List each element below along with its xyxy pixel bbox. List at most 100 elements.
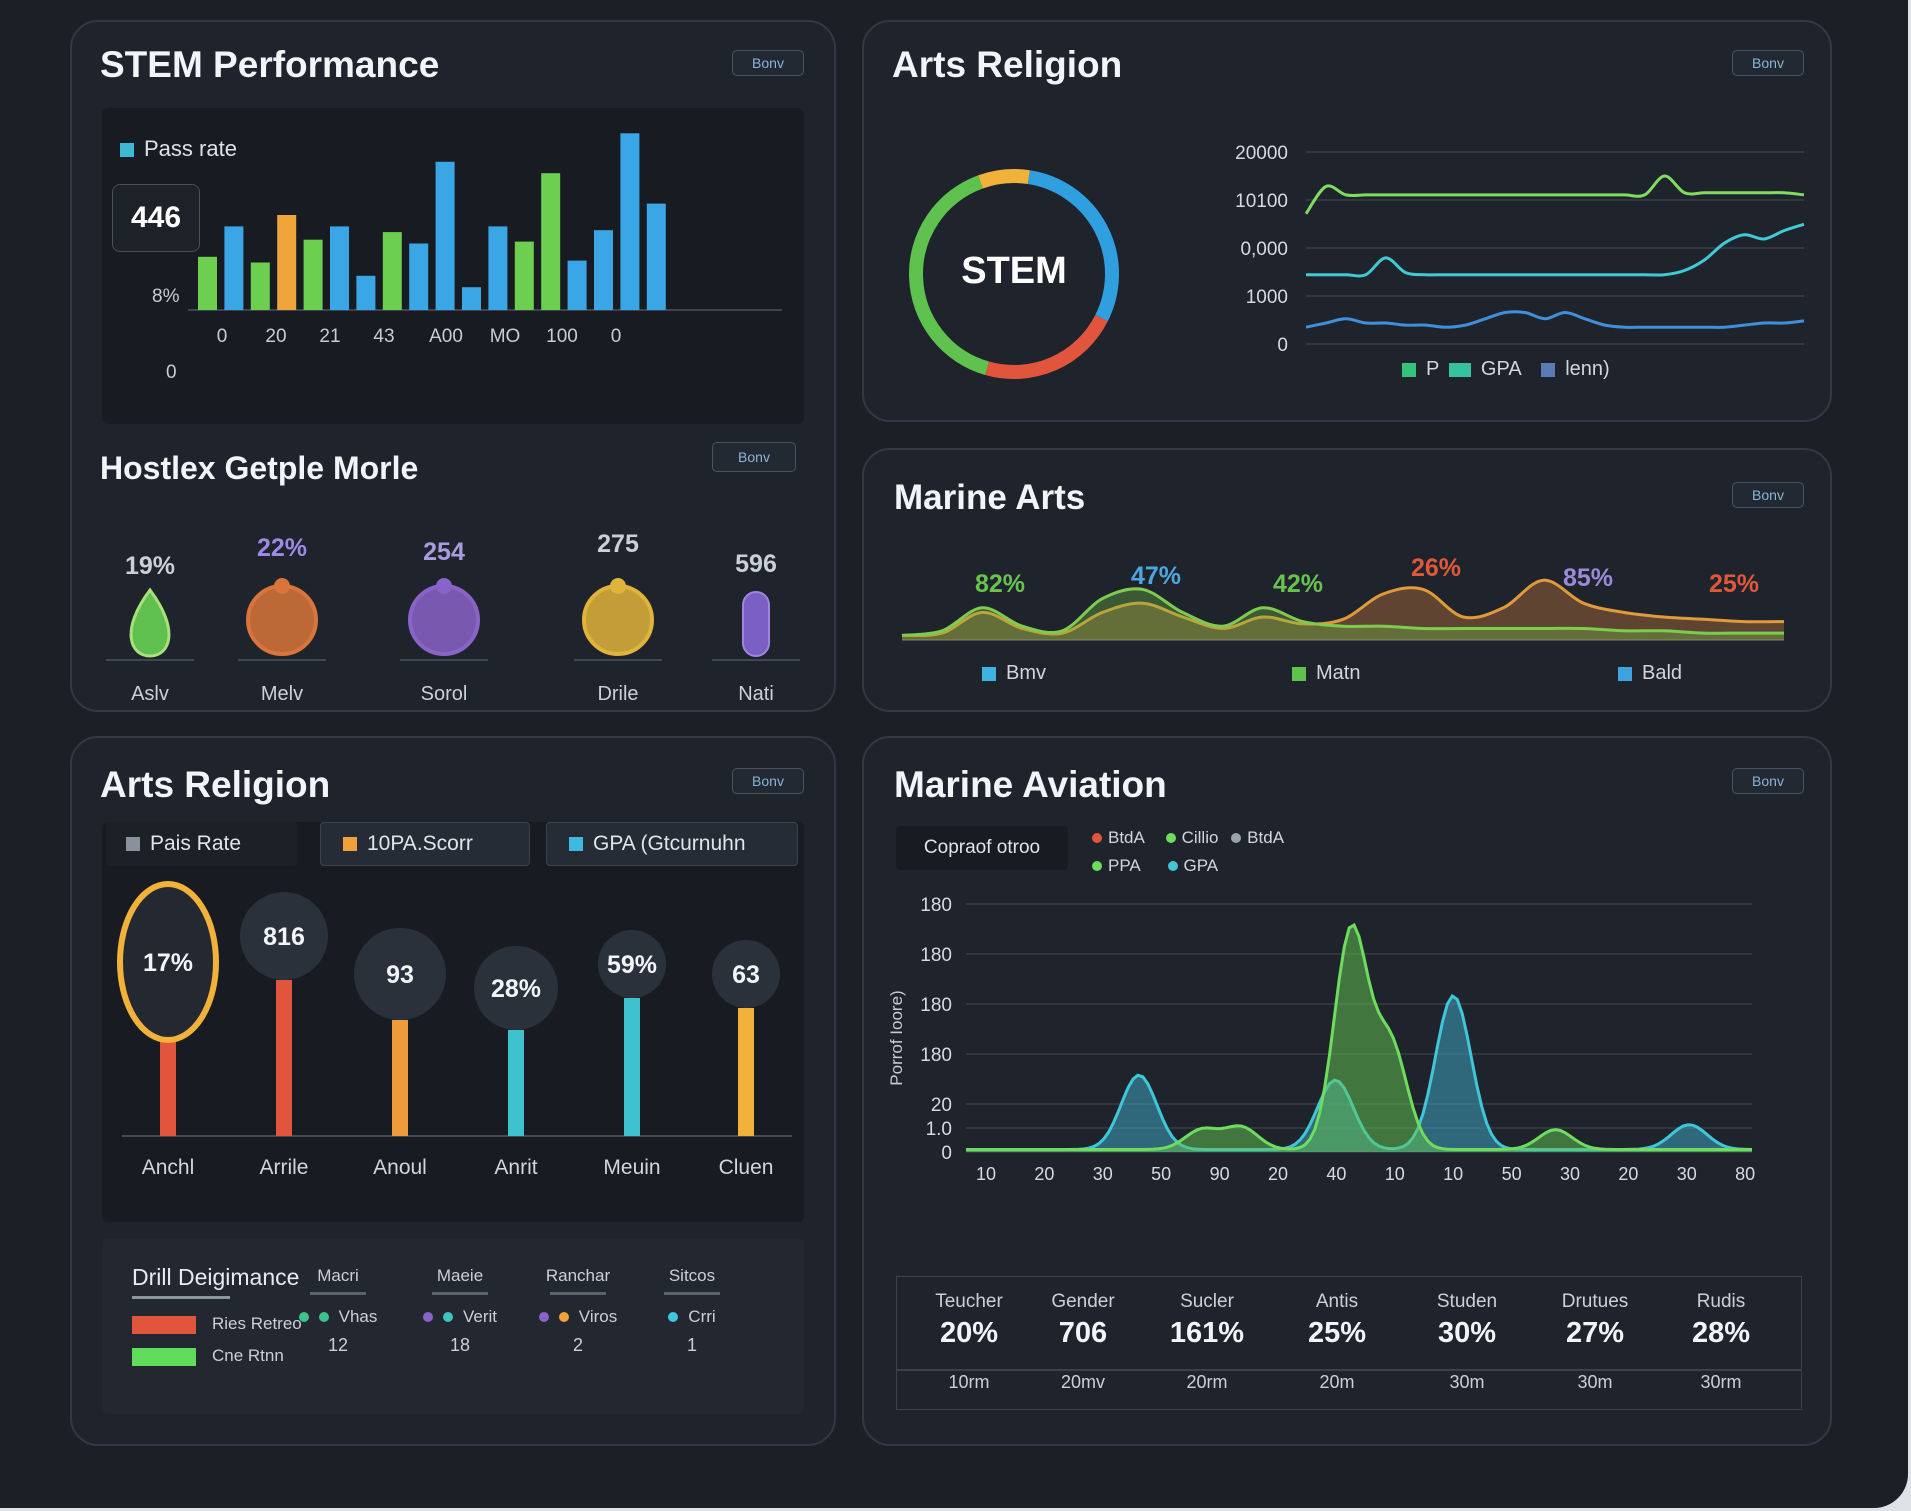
x-tick-label: 10 (1443, 1164, 1463, 1184)
gauge-label: Melv (261, 683, 303, 705)
bar (620, 133, 640, 310)
donut-slice (985, 314, 1108, 379)
x-tick-label: 30 (1677, 1164, 1697, 1184)
drill-dot (668, 1312, 679, 1322)
stat-label: Drutues (1561, 1291, 1629, 1312)
panel-button[interactable]: Bonv (1732, 50, 1804, 76)
legend-label: lenn) (1565, 358, 1610, 380)
bar (250, 262, 270, 310)
stat-value: 30% (1437, 1317, 1497, 1349)
x-tick-label: 30 (1093, 1164, 1113, 1184)
drill-column-head: Macri (317, 1266, 359, 1285)
gauge-value: 275 (597, 530, 639, 558)
bar (198, 256, 217, 310)
section-button[interactable]: Bonv (712, 442, 796, 472)
y-tick-label: 0 (941, 1143, 952, 1164)
bubble-value: 17% (143, 949, 193, 977)
panel-title: Arts Religion (100, 764, 331, 805)
legend-dot (1092, 861, 1102, 871)
lollipop-stem (276, 980, 292, 1136)
legend-dot (1092, 833, 1102, 843)
x-tick-label: 20 (1618, 1164, 1638, 1184)
bar (488, 226, 508, 310)
x-tick-label: 20 (265, 326, 286, 347)
bubble-label: Anchl (142, 1156, 195, 1179)
panel-button[interactable]: Bonv (732, 50, 804, 76)
x-tick-label: A00 (429, 326, 463, 347)
panel-button[interactable]: Bonv (1732, 768, 1804, 794)
x-tick-label: 80 (1735, 1164, 1755, 1184)
legend-swatch (982, 666, 996, 681)
drill-column: Ranchar Viros 2 (528, 1266, 628, 1356)
gauge-label: Drile (597, 683, 638, 705)
drill-tag-label: Viros (578, 1307, 618, 1326)
legend-row: PPA GPA (1092, 856, 1352, 876)
bar (514, 241, 534, 310)
bar (646, 203, 666, 310)
drill-column-rule (310, 1292, 366, 1295)
line-legend: P GPA lenn) (1402, 358, 1610, 381)
stat-cell: Sucler 161% 20rm (1147, 1291, 1267, 1393)
drill-count: 2 (572, 1335, 583, 1355)
gauge-circle (246, 584, 318, 656)
legend-swatch (1448, 362, 1471, 377)
y-tick-label: 10100 (1235, 191, 1288, 212)
stat-value: 706 (1058, 1317, 1108, 1349)
stem-bar-chart: 0 20 21 43 A00 MO 100 0 (188, 133, 782, 347)
panel-title: Arts Religion (892, 44, 1123, 85)
drill-column-rule (664, 1292, 720, 1295)
stat-cell: Teucher 20% 10rm (909, 1291, 1029, 1393)
tab-gpa-cumulative[interactable]: GPA (Gtcurnuhn (546, 822, 798, 866)
stem-performance-panel: STEM Performance Bonv Pass rate 446 8% 0… (70, 20, 836, 712)
panel-button[interactable]: Bonv (1732, 482, 1804, 508)
stat-label: Gender (1051, 1291, 1115, 1312)
gauge-value: 22% (257, 534, 307, 562)
x-tick-label: 43 (373, 326, 394, 347)
drill-count: 18 (449, 1335, 471, 1355)
tab-swatch (569, 837, 583, 852)
x-tick-label: MO (490, 326, 521, 347)
x-tick-label: 40 (1326, 1164, 1346, 1184)
legend-swatch (1541, 362, 1556, 377)
filter-dropdown[interactable]: Copraof otroo (896, 826, 1068, 870)
drill-column-head: Sitcos (668, 1266, 716, 1285)
panel-title: Marine Aviation (894, 764, 1167, 805)
x-tick-label: 20 (1268, 1164, 1288, 1184)
gauge-label: Aslv (131, 683, 169, 705)
donut-slice (1027, 170, 1119, 322)
bubble-value: 63 (732, 961, 760, 989)
drill-column-tag: Verit (410, 1307, 510, 1327)
tab-label: GPA (Gtcurnuhn (593, 832, 746, 855)
x-tick-label: 10 (976, 1164, 996, 1184)
bubble-label: Arrile (259, 1156, 308, 1179)
tab-gpa-score[interactable]: 10PA.Scorr (320, 822, 530, 866)
tab-pass-rate[interactable]: Pais Rate (106, 822, 298, 866)
y-tick-label: 180 (920, 995, 952, 1016)
panel-button[interactable]: Bonv (732, 768, 804, 794)
legend-label: Matn (1316, 662, 1361, 684)
stat-label: Antis (1315, 1291, 1359, 1312)
tab-label: Pais Rate (150, 832, 242, 855)
stat-sub: 30m (1449, 1372, 1485, 1392)
x-tick-label: 90 (1210, 1164, 1230, 1184)
legend-item: Bmv (982, 662, 1046, 685)
legend-label: GPA (1183, 856, 1219, 875)
panel-title: STEM Performance (100, 44, 440, 85)
drill-column: Sitcos Crri 1 (642, 1266, 742, 1356)
peak-label: 82% (975, 570, 1025, 598)
stat-cell: Studen 30% 30m (1407, 1291, 1527, 1393)
gauge-knob (436, 578, 452, 594)
drill-dot (538, 1312, 549, 1322)
lollipop-stem (738, 1008, 754, 1136)
drill-column-tag: Crri (642, 1307, 742, 1327)
legend-item: Bald (1618, 662, 1682, 685)
stat-value: 20% (939, 1317, 999, 1349)
arts-religion-bubbles-panel: Arts Religion Bonv Pais Rate 10PA.Scorr … (70, 736, 836, 1446)
stat-value: 25% (1307, 1317, 1367, 1349)
gauge-value: 254 (423, 538, 465, 566)
drill-dot (442, 1312, 453, 1322)
panel-title: Marine Arts (894, 478, 1086, 517)
legend-label: PPA (1108, 856, 1141, 875)
drill-column-rule (432, 1292, 488, 1295)
drill-column-head: Maeie (436, 1266, 484, 1285)
